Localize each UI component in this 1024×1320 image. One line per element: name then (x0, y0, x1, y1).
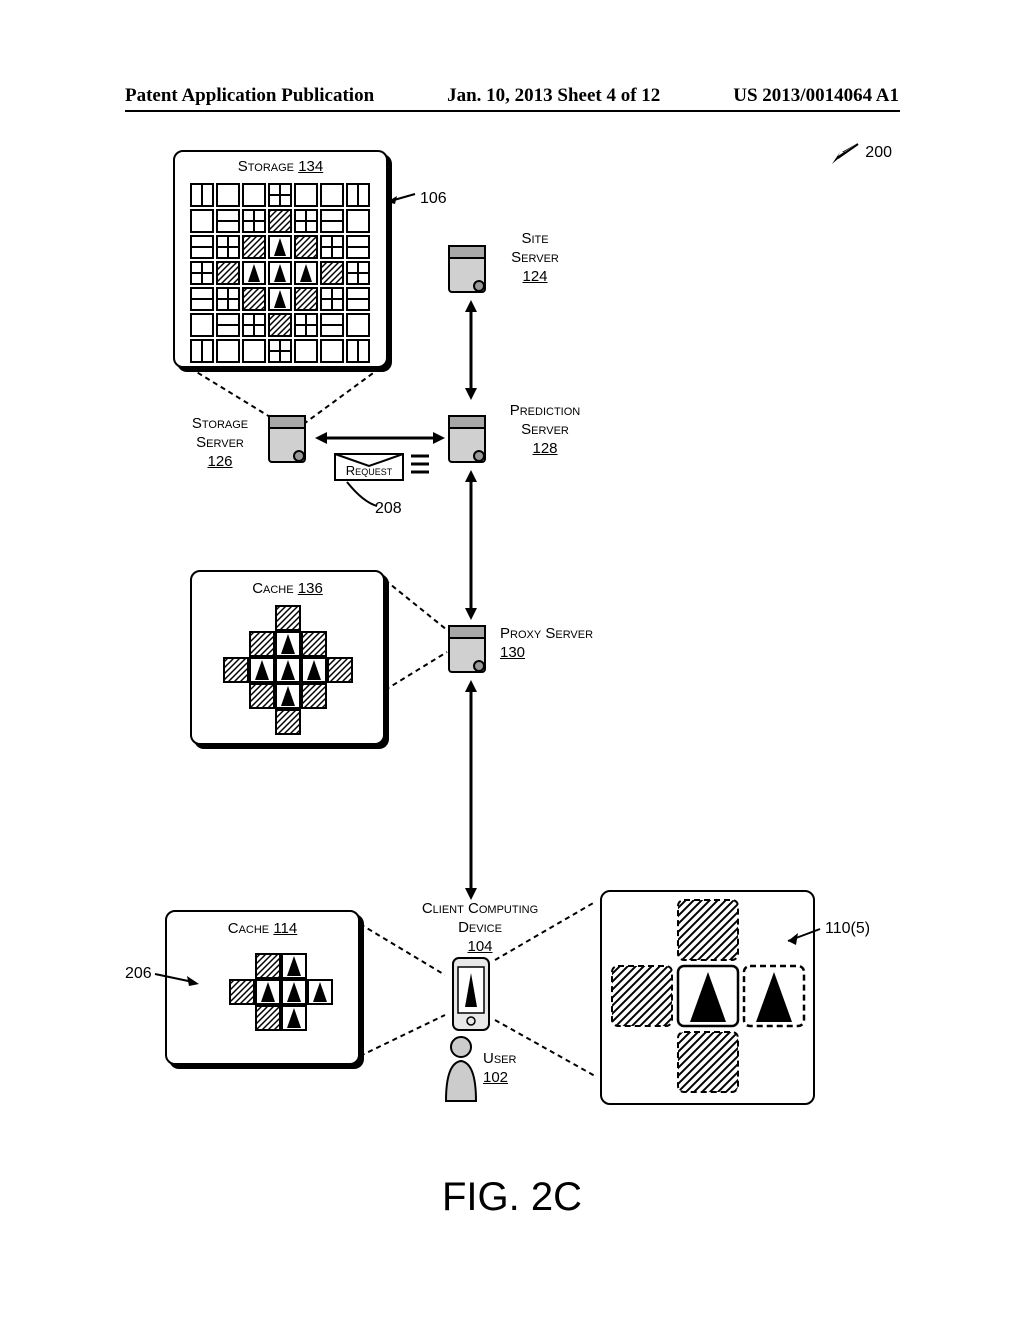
cache-136-tiles-icon (222, 604, 357, 739)
storage-server-icon (265, 410, 315, 470)
request-label: Request (339, 463, 399, 479)
ref-200: 200 (865, 144, 892, 162)
client-device-num: 104 (467, 938, 492, 955)
ref-206-arrow-icon (155, 970, 199, 988)
page-header: Patent Application Publication Jan. 10, … (0, 85, 1024, 107)
cache-136-title: Cache (252, 580, 293, 597)
display-box (600, 890, 815, 1105)
cache-114-title-row: Cache 114 (167, 920, 358, 939)
ref-110-5-leader-icon (788, 927, 824, 947)
display-tiles-icon (608, 898, 808, 1098)
prediction-server-icon (445, 410, 495, 470)
proxy-server-num: 130 (500, 644, 525, 661)
proxy-server-icon (445, 620, 495, 680)
site-server-num: 124 (522, 268, 547, 285)
user-label: User 102 (483, 1050, 533, 1088)
header-left: Patent Application Publication (125, 85, 374, 107)
storage-134-title-row: Storage 134 (175, 158, 386, 177)
ref-208: 208 (375, 500, 402, 518)
proxy-server-label: Proxy Server 130 (500, 625, 610, 663)
ref-200-arrow-icon (832, 142, 862, 166)
storage-server-text: Storage Server (192, 415, 248, 451)
site-server-label: Site Server 124 (500, 230, 570, 286)
user-num: 102 (483, 1069, 508, 1086)
prediction-server-label: Prediction Server 128 (500, 402, 590, 458)
cache-136-box: Cache 136 (190, 570, 385, 745)
ref-106-arrow-icon (387, 190, 419, 210)
header-right: US 2013/0014064 A1 (733, 85, 899, 107)
ref-206: 206 (125, 965, 152, 983)
site-server-icon (445, 240, 495, 300)
cache-114-title: Cache (228, 920, 269, 937)
storage-server-num: 126 (207, 453, 232, 470)
storage-server-label: Storage Server 126 (180, 415, 260, 471)
ref-106: 106 (420, 190, 447, 208)
storage-134-title: Storage (238, 158, 294, 175)
cache-136-num: 136 (298, 580, 323, 597)
diagram-area: 200 106 Storage 134 (125, 130, 900, 1180)
storage-134-box: Storage 134 (173, 150, 388, 368)
prediction-server-text: Prediction Server (510, 402, 581, 438)
user-text: User (483, 1050, 516, 1067)
proxy-server-text: Proxy Server (500, 625, 593, 642)
cache-136-title-row: Cache 136 (192, 580, 383, 599)
site-server-text: Site Server (511, 230, 559, 266)
arrow-storage-prediction-icon (315, 430, 445, 446)
figure-label: FIG. 2C (0, 1175, 1024, 1220)
arrow-site-prediction-icon (463, 300, 479, 400)
cache-114-tiles-icon (202, 952, 332, 1042)
header-center: Jan. 10, 2013 Sheet 4 of 12 (447, 85, 660, 107)
arrow-proxy-client-icon (463, 680, 479, 900)
user-icon (440, 1035, 482, 1105)
storage-134-num: 134 (298, 158, 323, 175)
storage-134-tiles-icon (185, 182, 380, 367)
link-cache114-device-icon (360, 920, 450, 1060)
cache-114-num: 114 (273, 920, 297, 937)
page: Patent Application Publication Jan. 10, … (0, 0, 1024, 1320)
arrow-prediction-proxy-icon (463, 470, 479, 620)
ref-110-5: 110(5) (825, 920, 870, 938)
header-rule (125, 110, 900, 112)
client-device-icon (450, 955, 492, 1033)
prediction-server-num: 128 (532, 440, 557, 457)
